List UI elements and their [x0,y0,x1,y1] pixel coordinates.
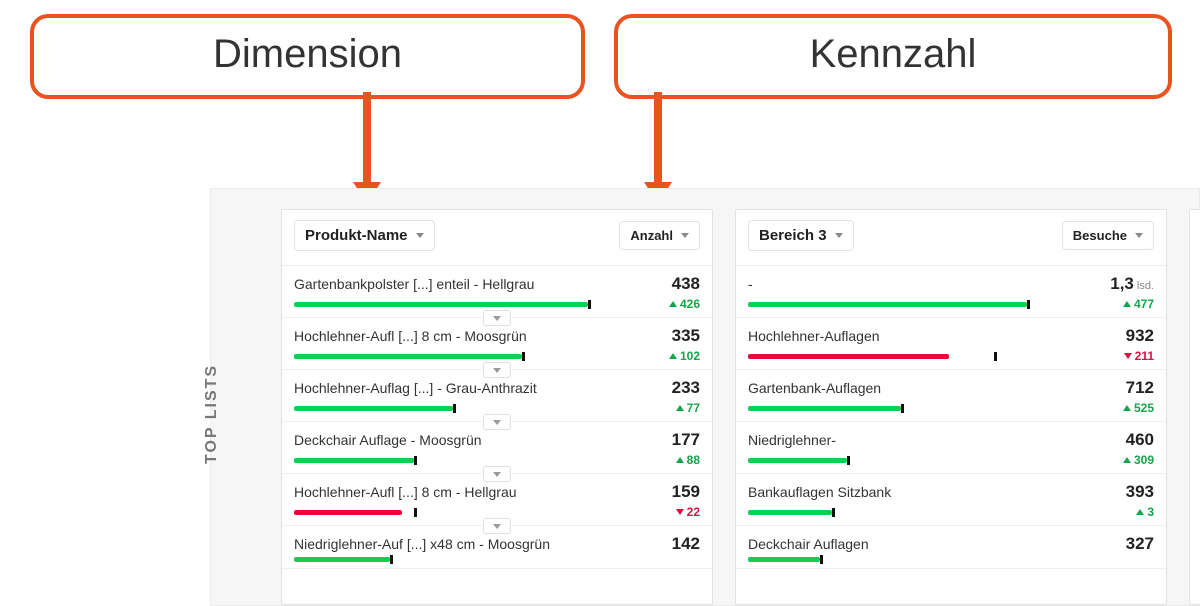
item-value: 327 [1126,534,1154,554]
item-delta: 3 [1136,505,1154,519]
item-value: 932 [1126,326,1154,346]
chevron-down-icon [416,233,424,238]
trend-down-icon [676,509,684,515]
item-name: Niedriglehner-Auf [...] x48 cm - Moosgrü… [294,536,550,552]
item-name: Hochlehner-Aufl [...] 8 cm - Hellgrau [294,484,517,500]
item-name: Deckchair Auflagen [748,536,869,552]
row-expander[interactable] [483,466,511,482]
chevron-down-icon [493,524,501,529]
item-name: Gartenbank-Auflagen [748,380,881,396]
list-item[interactable]: - 1,3lsd. 477 [736,266,1166,318]
item-name: Niedriglehner- [748,432,836,448]
chevron-down-icon [1135,233,1143,238]
metric-label: Anzahl [630,228,673,243]
item-bar [294,510,594,515]
trend-up-icon [1123,405,1131,411]
list-item[interactable]: Gartenbank-Auflagen 712 525 [736,370,1166,422]
item-value: 335 [672,326,700,346]
chevron-down-icon [493,420,501,425]
trend-up-icon [669,301,677,307]
list-item[interactable]: Gartenbankpolster [...] enteil - Hellgra… [282,266,712,318]
row-expander[interactable] [483,414,511,430]
trend-down-icon [1124,353,1132,359]
item-name: - [748,276,753,292]
item-delta: 88 [676,453,700,467]
list-item[interactable]: Bankauflagen Sitzbank 393 3 [736,474,1166,526]
row-expander[interactable] [483,362,511,378]
top-list-panel: Bereich 3 Besuche - 1,3lsd. 477 Hochlehner-Au… [735,209,1167,605]
list-item[interactable]: Hochlehner-Auflagen 932 211 [736,318,1166,370]
item-value: 177 [672,430,700,450]
metric-label: Besuche [1073,228,1127,243]
chevron-down-icon [493,472,501,477]
chevron-down-icon [493,316,501,321]
dimension-selector[interactable]: Bereich 3 [748,220,854,251]
annotation-dimension: Dimension [30,14,585,99]
item-bar [748,406,1048,411]
item-delta: 102 [669,349,700,363]
item-delta: 477 [1123,297,1154,311]
item-name: Hochlehner-Aufl [...] 8 cm - Moosgrün [294,328,527,344]
dimension-label: Produkt-Name [305,227,408,244]
chevron-down-icon [681,233,689,238]
dimension-selector[interactable]: Produkt-Name [294,220,435,251]
item-bar [294,354,594,359]
item-value: 1,3lsd. [1110,274,1154,294]
item-name: Bankauflagen Sitzbank [748,484,891,500]
item-delta: 309 [1123,453,1154,467]
trend-up-icon [1123,457,1131,463]
top-lists-region: TOP LISTS Produkt-NameAnzahlGartenbankpo… [210,188,1200,606]
trend-up-icon [1136,509,1144,515]
item-name: Hochlehner-Auflag [...] - Grau-Anthrazit [294,380,537,396]
item-name: Deckchair Auflage - Moosgrün [294,432,482,448]
item-delta: 525 [1123,401,1154,415]
list-item[interactable]: Niedriglehner- 460 309 [736,422,1166,474]
list-item[interactable]: Deckchair Auflagen 327 [736,526,1166,569]
trend-up-icon [676,457,684,463]
item-value: 712 [1126,378,1154,398]
trend-up-icon [1123,301,1131,307]
item-bar [748,458,1048,463]
item-name: Hochlehner-Auflagen [748,328,880,344]
item-delta: 211 [1124,349,1154,363]
section-label: TOP LISTS [203,364,221,464]
item-bar [748,557,1048,562]
item-bar [294,406,594,411]
row-expander[interactable] [483,518,511,534]
row-expander[interactable] [483,310,511,326]
item-bar [294,557,594,562]
top-list-panel-partial [1189,209,1200,605]
top-list-panel: Produkt-Name Anzahl Gartenbankpolster [...… [281,209,713,605]
item-value: 142 [672,534,700,554]
item-value: 233 [672,378,700,398]
item-value: 438 [672,274,700,294]
trend-up-icon [669,353,677,359]
annotation-kennzahl: Kennzahl [614,14,1172,99]
item-delta: 426 [669,297,700,311]
item-bar [748,510,1048,515]
item-bar [294,302,594,307]
chevron-down-icon [835,233,843,238]
item-name: Gartenbankpolster [...] enteil - Hellgra… [294,276,534,292]
item-value: 393 [1126,482,1154,502]
metric-selector[interactable]: Besuche [1062,221,1154,250]
item-bar [294,458,594,463]
item-bar [748,302,1048,307]
chevron-down-icon [493,368,501,373]
item-value: 159 [672,482,700,502]
item-delta: 77 [676,401,700,415]
metric-selector[interactable]: Anzahl [619,221,700,250]
item-bar [748,354,1048,359]
item-delta: 22 [676,505,700,519]
dimension-label: Bereich 3 [759,227,827,244]
item-value: 460 [1126,430,1154,450]
trend-up-icon [676,405,684,411]
